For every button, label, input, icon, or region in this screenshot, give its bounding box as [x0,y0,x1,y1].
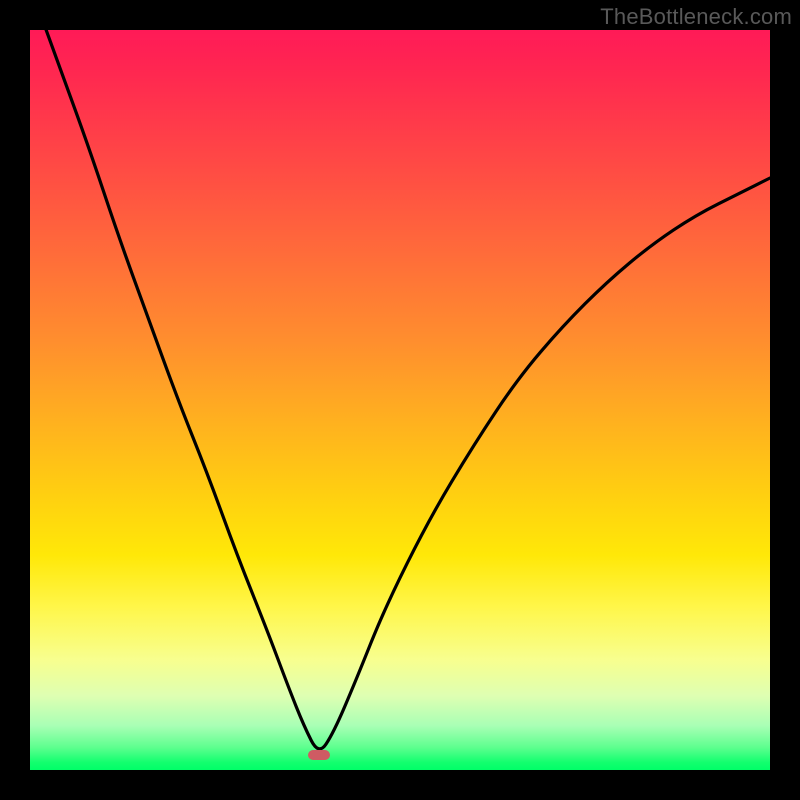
attribution-text: TheBottleneck.com [600,4,792,30]
plot-area [30,30,770,770]
chart-frame: TheBottleneck.com [0,0,800,800]
bottleneck-curve [30,30,770,770]
minimum-marker [308,750,330,760]
curve-path [30,0,770,749]
